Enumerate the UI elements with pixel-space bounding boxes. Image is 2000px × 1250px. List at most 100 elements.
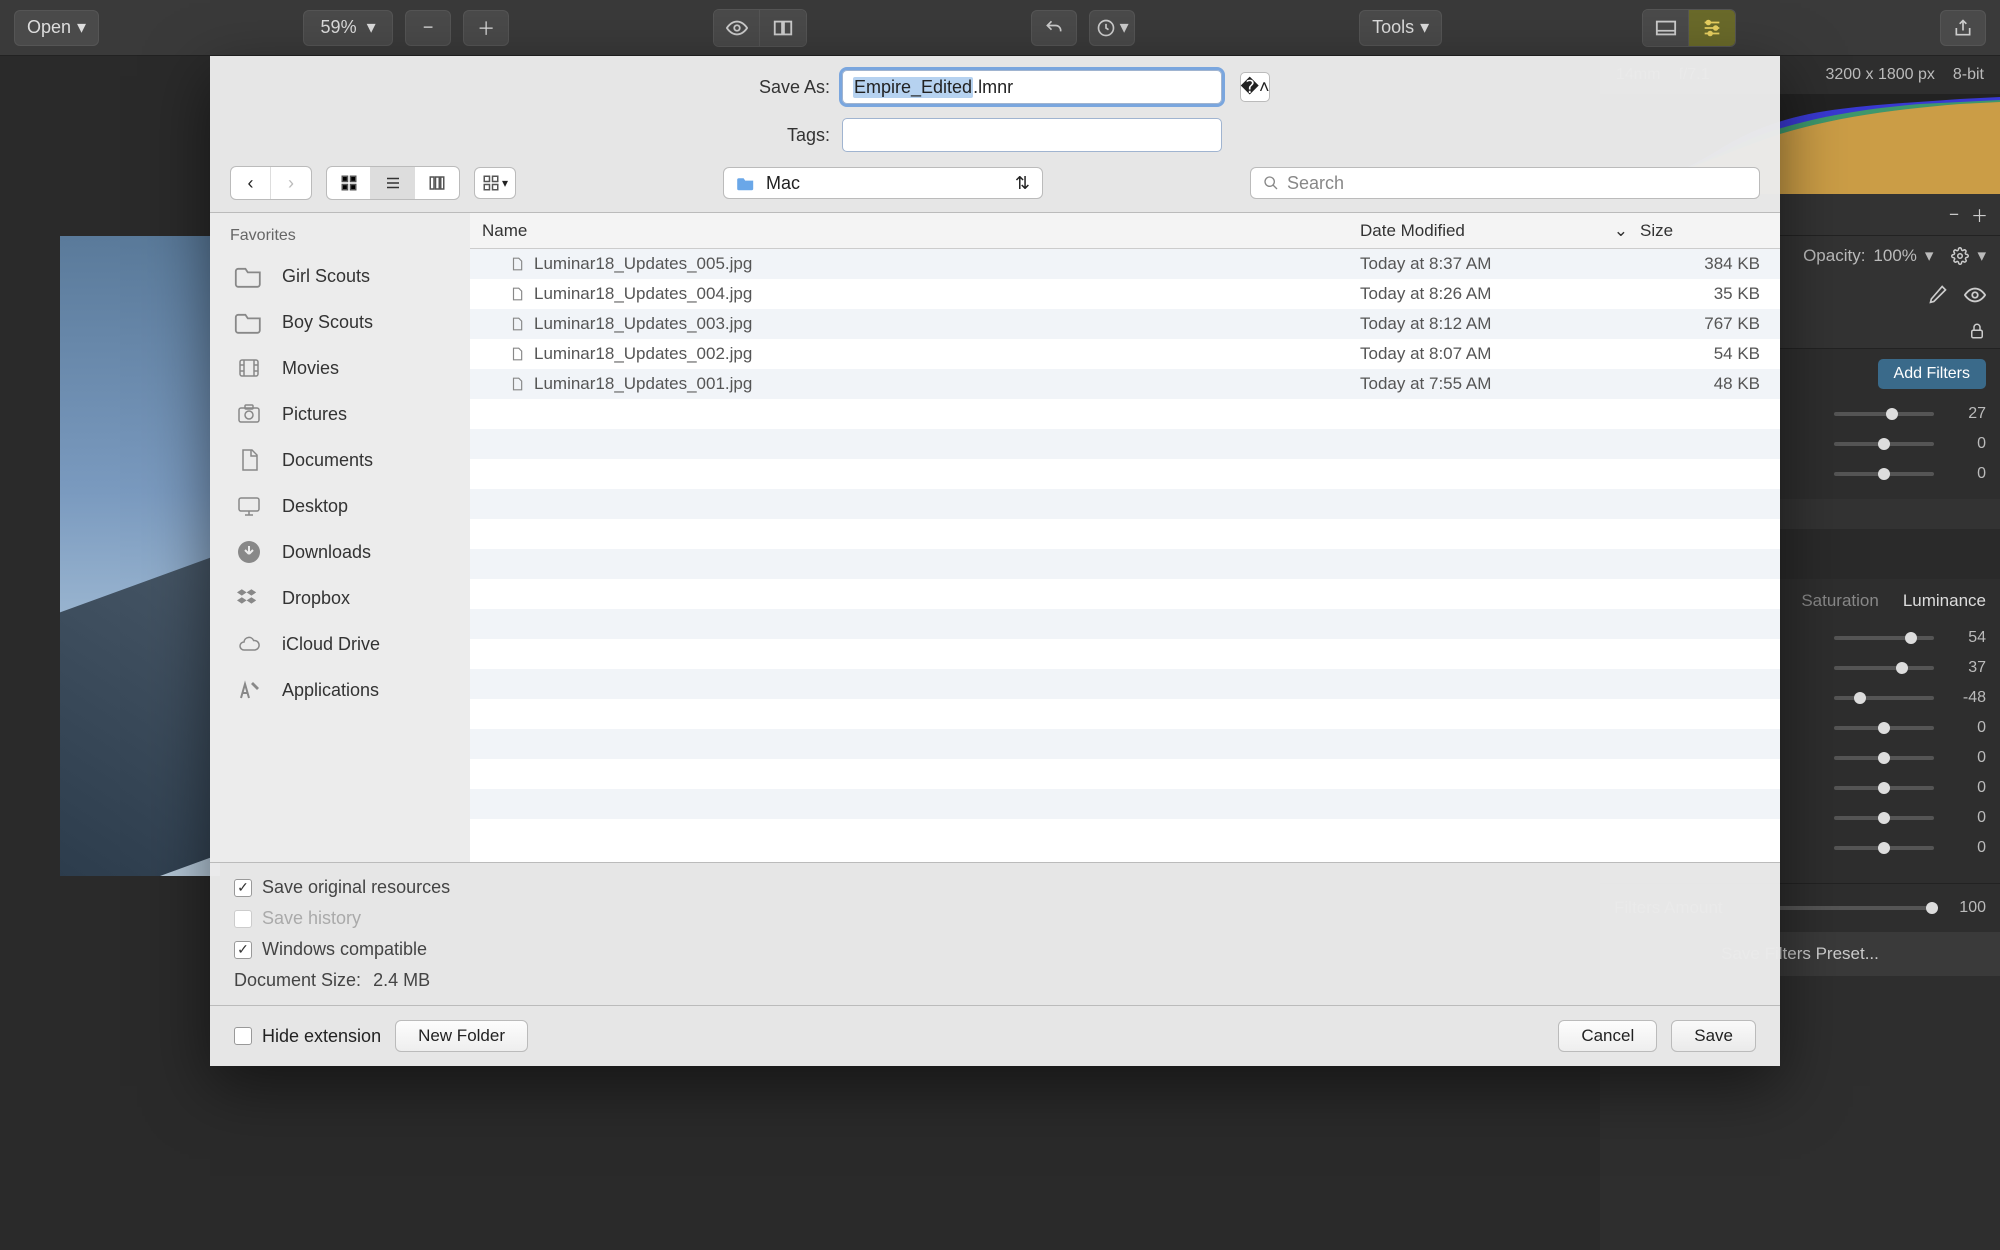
adjust-panel-button[interactable] xyxy=(1689,10,1735,46)
search-placeholder: Search xyxy=(1287,173,1344,194)
zoom-in-button[interactable]: ＋ xyxy=(463,10,509,46)
slider[interactable] xyxy=(1834,442,1934,446)
slider[interactable] xyxy=(1834,756,1934,760)
share-button[interactable] xyxy=(1940,10,1986,46)
chevron-down-icon[interactable]: ▾ xyxy=(1925,246,1934,266)
slider-value: 0 xyxy=(1944,809,1986,827)
table-row[interactable]: Luminar18_Updates_002.jpgToday at 8:07 A… xyxy=(470,339,1780,369)
collapse-button[interactable]: − xyxy=(1949,205,1959,225)
slider-value: 0 xyxy=(1944,749,1986,767)
undo-button[interactable] xyxy=(1031,10,1077,46)
file-icon xyxy=(510,256,524,272)
table-header: Name Date Modified ⌄ Size xyxy=(470,213,1780,249)
preview-eye-button[interactable] xyxy=(714,10,760,46)
eye-icon xyxy=(726,17,748,39)
column-view-button[interactable] xyxy=(415,167,459,199)
group-by-button[interactable]: ▾ xyxy=(474,167,516,199)
table-row[interactable]: Luminar18_Updates_005.jpgToday at 8:37 A… xyxy=(470,249,1780,279)
sidebar-item[interactable]: Dropbox xyxy=(210,575,470,621)
col-date[interactable]: Date Modified ⌄ xyxy=(1360,221,1640,241)
doc-size-label: Document Size: xyxy=(234,970,361,991)
bit-depth: 8-bit xyxy=(1953,66,1984,84)
chevron-down-icon[interactable]: ▾ xyxy=(1977,246,1986,266)
file-size: 767 KB xyxy=(1640,314,1780,334)
slider[interactable] xyxy=(1834,696,1934,700)
presets-panel-button[interactable] xyxy=(1643,10,1689,46)
slider-value: 0 xyxy=(1944,719,1986,737)
cancel-button[interactable]: Cancel xyxy=(1558,1020,1657,1052)
sidebar-item-label: Movies xyxy=(282,358,339,379)
file-icon xyxy=(510,376,524,392)
save-resources-checkbox[interactable]: Save original resources xyxy=(234,877,1756,898)
sidebar-item[interactable]: Boy Scouts xyxy=(210,299,470,345)
back-button[interactable]: ‹ xyxy=(231,167,271,199)
slider[interactable] xyxy=(1834,786,1934,790)
sidebar-item[interactable]: iCloud Drive xyxy=(210,621,470,667)
col-size[interactable]: Size xyxy=(1640,221,1780,241)
location-popup[interactable]: Mac ⇅ xyxy=(723,167,1043,199)
search-field[interactable]: Search xyxy=(1250,167,1760,199)
dropbox-icon xyxy=(230,583,268,613)
file-icon xyxy=(510,316,524,332)
grid-icon xyxy=(340,174,358,192)
slider[interactable] xyxy=(1834,412,1934,416)
sidebar: Favorites Girl ScoutsBoy ScoutsMoviesPic… xyxy=(210,213,470,862)
movies-icon xyxy=(230,353,268,383)
tab-luminance[interactable]: Luminance xyxy=(1903,591,1986,611)
file-name: Luminar18_Updates_002.jpg xyxy=(534,344,752,364)
table-row[interactable]: Luminar18_Updates_004.jpgToday at 8:26 A… xyxy=(470,279,1780,309)
table-row-empty xyxy=(470,429,1780,459)
zoom-out-button[interactable]: − xyxy=(405,10,451,46)
sidebar-item[interactable]: Downloads xyxy=(210,529,470,575)
chevron-down-icon: ⌄ xyxy=(1614,221,1628,241)
sidebar-item[interactable]: Movies xyxy=(210,345,470,391)
list-view-button[interactable] xyxy=(371,167,415,199)
slider[interactable] xyxy=(1834,816,1934,820)
slider[interactable] xyxy=(1834,472,1934,476)
slider[interactable] xyxy=(1834,846,1934,850)
folder-icon xyxy=(230,307,268,337)
save-button[interactable]: Save xyxy=(1671,1020,1756,1052)
sidebar-item[interactable]: Desktop xyxy=(210,483,470,529)
filename-field[interactable]: Empire_Edited.lmnr xyxy=(842,70,1222,104)
filters-amount-value: 100 xyxy=(1944,899,1986,917)
sidebar-item[interactable]: Documents xyxy=(210,437,470,483)
table-row[interactable]: Luminar18_Updates_001.jpgToday at 7:55 A… xyxy=(470,369,1780,399)
slider[interactable] xyxy=(1834,726,1934,730)
zoom-display[interactable]: 59% ▾ xyxy=(303,10,393,46)
new-folder-button[interactable]: New Folder xyxy=(395,1020,528,1052)
sidebar-item[interactable]: Applications xyxy=(210,667,470,713)
icon-view-button[interactable] xyxy=(327,167,371,199)
compare-icon xyxy=(772,17,794,39)
chevron-up-icon: �˄ xyxy=(1241,77,1270,98)
table-row-empty xyxy=(470,459,1780,489)
collapse-dialog-button[interactable]: �˄ xyxy=(1240,72,1270,102)
image-dimensions: 3200 x 1800 px xyxy=(1825,66,1934,84)
history-button[interactable]: ▾ xyxy=(1089,10,1135,46)
table-row-empty xyxy=(470,699,1780,729)
compare-button[interactable] xyxy=(760,10,806,46)
open-button[interactable]: Open ▾ xyxy=(14,10,99,46)
brush-icon[interactable] xyxy=(1928,284,1948,306)
columns-icon xyxy=(428,174,446,192)
table-row[interactable]: Luminar18_Updates_003.jpgToday at 8:12 A… xyxy=(470,309,1780,339)
col-date-label: Date Modified xyxy=(1360,221,1465,241)
slider-value: -48 xyxy=(1944,689,1986,707)
sidebar-item[interactable]: Pictures xyxy=(210,391,470,437)
slider[interactable] xyxy=(1834,636,1934,640)
tools-menu[interactable]: Tools ▾ xyxy=(1359,10,1442,46)
tags-field[interactable] xyxy=(842,118,1222,152)
windows-compat-checkbox[interactable]: Windows compatible xyxy=(234,939,1756,960)
eye-icon[interactable] xyxy=(1964,284,1986,306)
add-filters-button[interactable]: Add Filters xyxy=(1878,359,1986,389)
col-name[interactable]: Name xyxy=(470,221,1360,241)
hide-extension-checkbox[interactable]: Hide extension xyxy=(234,1026,381,1047)
sidebar-item[interactable]: Girl Scouts xyxy=(210,253,470,299)
lock-icon[interactable] xyxy=(1968,322,1986,340)
slider[interactable] xyxy=(1834,666,1934,670)
save-history-checkbox[interactable]: Save history xyxy=(234,908,1756,929)
tab-saturation[interactable]: Saturation xyxy=(1801,591,1879,611)
gear-icon[interactable] xyxy=(1951,247,1969,265)
forward-button[interactable]: › xyxy=(271,167,311,199)
add-layer-button[interactable]: ＋ xyxy=(1971,202,1988,227)
